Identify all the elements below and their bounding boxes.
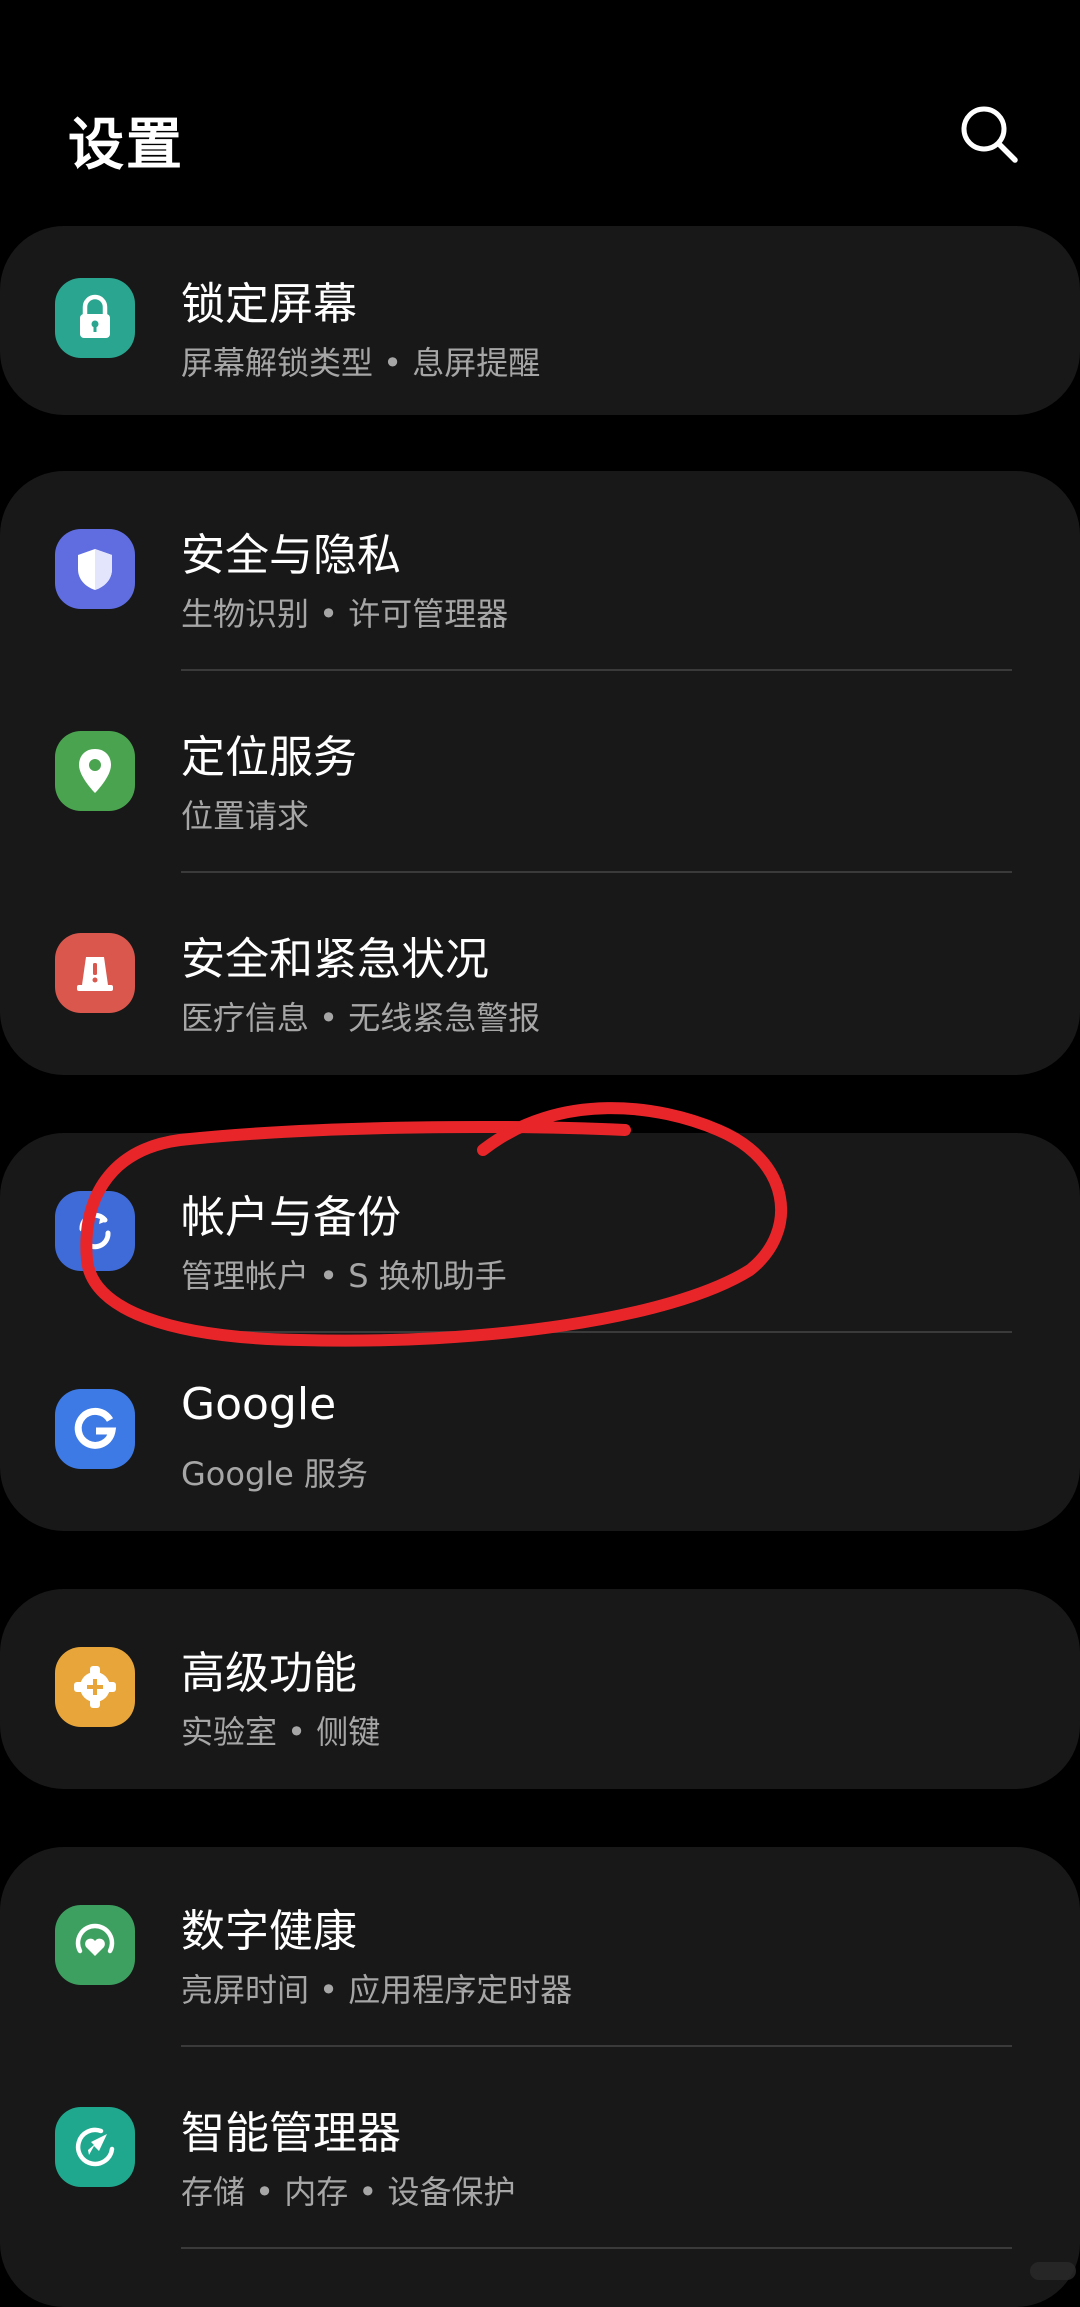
settings-item-accounts-backup[interactable]: 帐户与备份 管理帐户 • S 换机助手 — [0, 1133, 1080, 1333]
settings-group-accounts: 帐户与备份 管理帐户 • S 换机助手 Google Google 服务 — [0, 1133, 1080, 1531]
item-title: Google — [181, 1379, 337, 1430]
item-subtitle: 亮屏时间 • 应用程序定时器 — [181, 1971, 573, 2009]
watermark — [1030, 2262, 1076, 2280]
puzzle-gear-icon — [55, 1647, 135, 1727]
settings-item-security-privacy[interactable]: 安全与隐私 生物识别 • 许可管理器 — [0, 471, 1080, 671]
item-subtitle: 存储 • 内存 • 设备保护 — [181, 2173, 516, 2211]
search-icon — [961, 106, 1018, 163]
item-title: 帐户与备份 — [181, 1192, 401, 1243]
settings-group-wellbeing: 数字健康 亮屏时间 • 应用程序定时器 智能管理器 存储 • 内存 • 设备保护 — [0, 1847, 1080, 2307]
item-subtitle: 屏幕解锁类型 • 息屏提醒 — [181, 344, 541, 382]
item-title: 安全与隐私 — [181, 530, 401, 581]
item-title: 高级功能 — [181, 1648, 357, 1699]
item-subtitle: 管理帐户 • S 换机助手 — [181, 1257, 507, 1295]
item-title: 定位服务 — [181, 732, 357, 783]
location-pin-icon — [55, 731, 135, 811]
item-title: 安全和紧急状况 — [181, 934, 489, 985]
settings-item-emergency[interactable]: 安全和紧急状况 医疗信息 • 无线紧急警报 — [0, 875, 1080, 1075]
item-title: 锁定屏幕 — [181, 279, 357, 330]
settings-item-device-care[interactable]: 智能管理器 存储 • 内存 • 设备保护 — [0, 2049, 1080, 2249]
item-subtitle: 实验室 • 侧键 — [181, 1713, 381, 1751]
care-rocket-icon — [55, 2107, 135, 2187]
page-title: 设置 — [68, 113, 184, 178]
settings-group-lockscreen: 锁定屏幕 屏幕解锁类型 • 息屏提醒 — [0, 226, 1080, 415]
google-icon — [55, 1389, 135, 1469]
search-button[interactable] — [955, 100, 1025, 170]
item-subtitle: 医疗信息 • 无线紧急警报 — [181, 999, 541, 1037]
settings-item-google[interactable]: Google Google 服务 — [0, 1331, 1080, 1531]
item-subtitle: 位置请求 — [181, 797, 310, 835]
divider — [181, 871, 1012, 873]
app-header: 设置 — [0, 0, 1080, 220]
settings-item-location[interactable]: 定位服务 位置请求 — [0, 673, 1080, 873]
emergency-alert-icon — [55, 933, 135, 1013]
divider — [181, 2045, 1012, 2047]
item-subtitle: 生物识别 • 许可管理器 — [181, 595, 509, 633]
divider — [181, 2247, 1012, 2249]
settings-item-digital-wellbeing[interactable]: 数字健康 亮屏时间 • 应用程序定时器 — [0, 1847, 1080, 2047]
item-title: 数字健康 — [181, 1906, 357, 1957]
item-title: 智能管理器 — [181, 2108, 401, 2159]
item-subtitle: Google 服务 — [181, 1455, 369, 1493]
shield-icon — [55, 529, 135, 609]
sync-icon — [55, 1191, 135, 1271]
settings-item-lock-screen[interactable]: 锁定屏幕 屏幕解锁类型 • 息屏提醒 — [0, 226, 1080, 415]
heart-circle-icon — [55, 1905, 135, 1985]
divider — [181, 669, 1012, 671]
settings-item-advanced-features[interactable]: 高级功能 实验室 • 侧键 — [0, 1589, 1080, 1789]
settings-group-security: 安全与隐私 生物识别 • 许可管理器 定位服务 位置请求 安全和紧急状况 医疗信… — [0, 471, 1080, 1075]
lock-icon — [55, 278, 135, 358]
settings-group-advanced: 高级功能 实验室 • 侧键 — [0, 1589, 1080, 1789]
